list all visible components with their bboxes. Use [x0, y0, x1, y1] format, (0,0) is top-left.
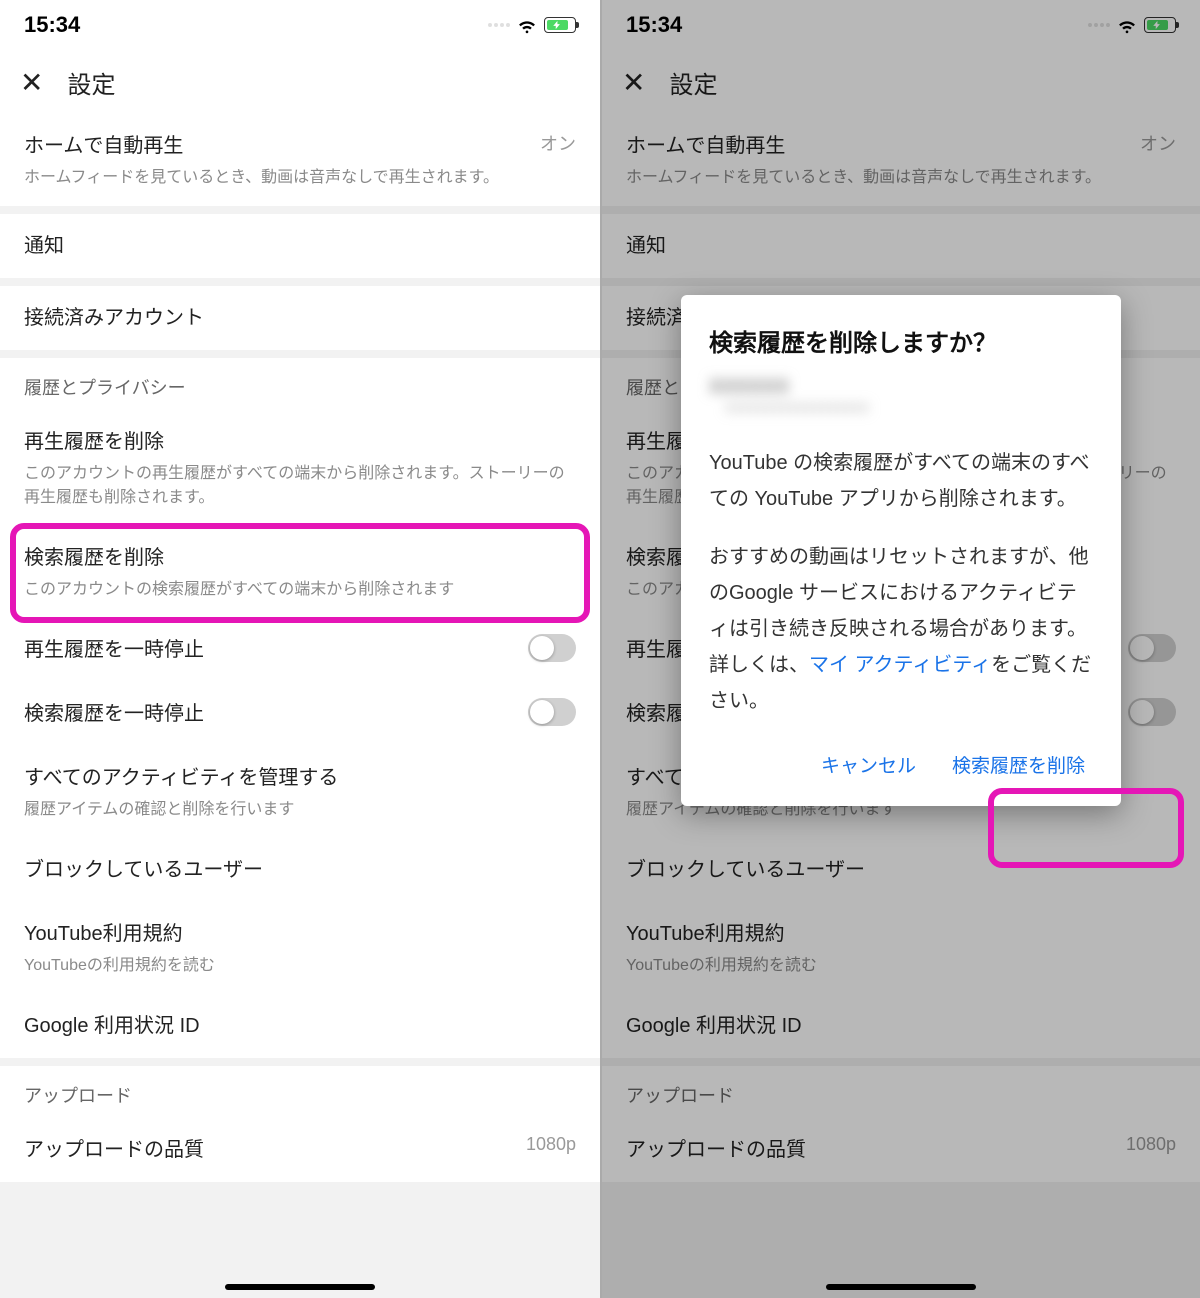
- row-notifications: 通知: [602, 214, 1200, 278]
- status-right: [1088, 14, 1176, 36]
- row-clear-search-history[interactable]: 検索履歴を削除 このアカウントの検索履歴がすべての端末から削除されます: [0, 526, 600, 618]
- nav-bar: ✕ 設定: [0, 50, 600, 114]
- row-desc: ホームフィードを見ているとき、動画は音声なしで再生されます。: [24, 166, 499, 190]
- battery-icon: [544, 17, 576, 33]
- row-title: アップロードの品質: [24, 1134, 204, 1166]
- row-title: Google 利用状況 ID: [626, 1010, 1176, 1042]
- row-google-usage-id: Google 利用状況 ID: [602, 994, 1200, 1058]
- row-title: 接続済みアカウント: [24, 302, 576, 334]
- dialog-my-activity-link[interactable]: マイ アクティビティ: [809, 654, 991, 676]
- row-clear-watch-history[interactable]: 再生履歴を削除 このアカウントの再生履歴がすべての端末から削除されます。ストーリ…: [0, 410, 600, 526]
- nav-title: 設定: [67, 65, 115, 100]
- row-notifications[interactable]: 通知: [0, 214, 600, 278]
- status-bar: 15:34: [602, 0, 1200, 50]
- row-title: ホームで自動再生: [24, 130, 499, 162]
- row-title: 検索履歴を削除: [24, 542, 576, 574]
- dialog-account-info: XXXXXX xxxxxxxxxxxxxxxxxx: [709, 376, 1093, 417]
- row-desc: YouTubeの利用規約を読む: [626, 954, 1176, 978]
- row-title: 再生履歴を一時停止: [24, 634, 204, 666]
- row-title: ブロックしているユーザー: [626, 854, 1176, 886]
- dialog-body-2: おすすめの動画はリセットされますが、他のGoogle サービスにおけるアクティビ…: [709, 539, 1093, 719]
- row-title: 検索履歴を一時停止: [24, 698, 204, 730]
- row-title: アップロードの品質: [626, 1134, 806, 1166]
- close-icon[interactable]: ✕: [622, 66, 645, 99]
- row-upload-quality[interactable]: アップロードの品質 1080p: [0, 1118, 600, 1182]
- row-google-usage-id[interactable]: Google 利用状況 ID: [0, 994, 600, 1058]
- row-youtube-terms[interactable]: YouTube利用規約 YouTubeの利用規約を読む: [0, 902, 600, 994]
- row-title: YouTube利用規約: [626, 918, 1176, 950]
- status-right: [488, 14, 576, 36]
- row-blocked-users[interactable]: ブロックしているユーザー: [0, 838, 600, 902]
- row-desc: 履歴アイテムの確認と削除を行います: [24, 798, 576, 822]
- dialog-title: 検索履歴を削除しますか？: [709, 323, 1093, 358]
- row-title: YouTube利用規約: [24, 918, 576, 950]
- screen-left: 15:34 ✕ 設定 ホームで自動再生 ホームフィードを見ているとき、動画は音声…: [0, 0, 600, 1298]
- row-title: すべてのアクティビティを管理する: [24, 762, 576, 794]
- status-time: 15:34: [24, 12, 80, 38]
- row-pause-search-history[interactable]: 検索履歴を一時停止: [0, 682, 600, 746]
- row-desc: ホームフィードを見ているとき、動画は音声なしで再生されます。: [626, 166, 1101, 190]
- wifi-icon: [1116, 14, 1138, 36]
- row-autoplay[interactable]: ホームで自動再生 ホームフィードを見ているとき、動画は音声なしで再生されます。 …: [0, 114, 600, 206]
- wifi-icon: [516, 14, 538, 36]
- cell-signal-icon: [488, 23, 510, 27]
- close-icon[interactable]: ✕: [20, 66, 43, 99]
- row-title: 通知: [24, 230, 576, 262]
- section-header-upload: アップロード: [0, 1066, 600, 1118]
- status-time: 15:34: [626, 12, 682, 38]
- row-connected-accounts[interactable]: 接続済みアカウント: [0, 286, 600, 350]
- row-title: 再生履歴を削除: [24, 426, 576, 458]
- row-desc: YouTubeの利用規約を読む: [24, 954, 576, 978]
- nav-title: 設定: [669, 65, 717, 100]
- row-manage-activity[interactable]: すべてのアクティビティを管理する 履歴アイテムの確認と削除を行います: [0, 746, 600, 838]
- row-youtube-terms: YouTube利用規約 YouTubeの利用規約を読む: [602, 902, 1200, 994]
- section-header-privacy: 履歴とプライバシー: [0, 358, 600, 410]
- row-blocked-users: ブロックしているユーザー: [602, 838, 1200, 902]
- dialog-confirm-button[interactable]: 検索履歴を削除: [944, 741, 1093, 788]
- row-value: 1080p: [1126, 1134, 1176, 1155]
- battery-icon: [1144, 17, 1176, 33]
- row-title: Google 利用状況 ID: [24, 1010, 576, 1042]
- row-pause-watch-history[interactable]: 再生履歴を一時停止: [0, 618, 600, 682]
- row-title: ホームで自動再生: [626, 130, 1101, 162]
- row-desc: このアカウントの検索履歴がすべての端末から削除されます: [24, 578, 576, 602]
- toggle-pause-search[interactable]: [528, 698, 576, 726]
- confirm-dialog: 検索履歴を削除しますか？ XXXXXX xxxxxxxxxxxxxxxxxx Y…: [681, 295, 1121, 806]
- row-title: 通知: [626, 230, 1176, 262]
- row-upload-quality: アップロードの品質 1080p: [602, 1118, 1200, 1182]
- row-value: 1080p: [526, 1134, 576, 1155]
- toggle-pause-watch[interactable]: [528, 634, 576, 662]
- home-indicator[interactable]: [225, 1284, 375, 1290]
- settings-content[interactable]: ホームで自動再生 ホームフィードを見ているとき、動画は音声なしで再生されます。 …: [0, 114, 600, 1182]
- row-value: オン: [1140, 130, 1176, 156]
- dialog-cancel-button[interactable]: キャンセル: [813, 741, 924, 788]
- screen-right: 15:34 ✕ 設定 ホームで自動再生 ホームフィードを見ているとき、動画は音声…: [600, 0, 1200, 1298]
- dialog-body-1: YouTube の検索履歴がすべての端末のすべての YouTube アプリから削…: [709, 445, 1093, 517]
- cell-signal-icon: [1088, 23, 1110, 27]
- toggle-pause-search: [1128, 698, 1176, 726]
- home-indicator[interactable]: [826, 1284, 976, 1290]
- dialog-actions: キャンセル 検索履歴を削除: [709, 741, 1093, 788]
- toggle-pause-watch: [1128, 634, 1176, 662]
- status-bar: 15:34: [0, 0, 600, 50]
- nav-bar: ✕ 設定: [602, 50, 1200, 114]
- row-autoplay: ホームで自動再生 ホームフィードを見ているとき、動画は音声なしで再生されます。 …: [602, 114, 1200, 206]
- row-value: オン: [540, 130, 576, 156]
- section-header-upload: アップロード: [602, 1066, 1200, 1118]
- row-desc: このアカウントの再生履歴がすべての端末から削除されます。ストーリーの再生履歴も削…: [24, 462, 576, 510]
- row-title: ブロックしているユーザー: [24, 854, 576, 886]
